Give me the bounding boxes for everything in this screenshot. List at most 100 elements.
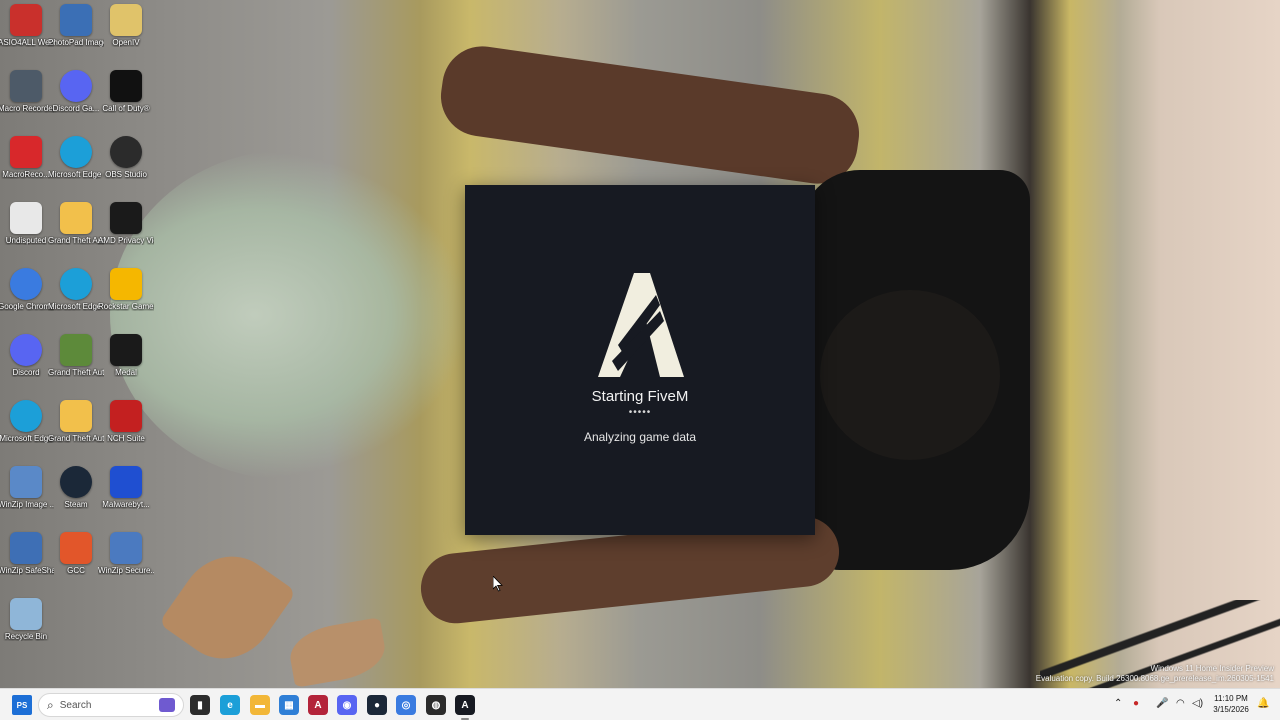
search-icon: ⌕ xyxy=(47,697,54,712)
desktop-icon[interactable]: AMD Privacy View xyxy=(98,202,154,266)
taskbar-app-chrome[interactable]: ◎ xyxy=(396,695,416,715)
desktop-icon[interactable]: Medal xyxy=(100,334,152,398)
clock-date: 3/15/2026 xyxy=(1213,705,1249,714)
desktop-icon-label: MacroReco... xyxy=(2,170,50,179)
discord-icon xyxy=(10,334,42,366)
folder-icon: ▬ xyxy=(255,699,265,711)
desktop-icon[interactable]: PhotoPad Image Editor xyxy=(48,4,104,68)
desktop-icon[interactable]: Discord xyxy=(0,334,52,398)
desktop-icon-label: Call of Duty® xyxy=(102,104,150,113)
edge-icon: e xyxy=(227,699,233,711)
nch-icon xyxy=(110,400,142,432)
desktop-icon[interactable]: Macro Recorder xyxy=(0,70,54,134)
gta-icon xyxy=(60,334,92,366)
desktop-icon-label: Undisputed xyxy=(5,236,47,245)
desktop-icon[interactable]: Call of Duty® xyxy=(100,70,152,134)
desktop-icon-label: AMD Privacy View xyxy=(98,236,154,245)
desktop-icon[interactable]: NCH Suite xyxy=(100,400,152,464)
chrome-icon: ◎ xyxy=(401,699,411,711)
desktop-icon-label: Rockstar Games ... xyxy=(98,302,154,311)
wallpaper-head xyxy=(820,290,1000,460)
gcc-icon xyxy=(60,532,92,564)
taskbar: PS ⌕ Search ▮ e ▬ ▦ A ◉ ● ◎ ◍ A ⌃ ● 🎤 ◠ ◁) 11:10 … xyxy=(0,688,1280,720)
taskbar-search-box[interactable]: ⌕ Search xyxy=(38,693,184,717)
winzip-secure-icon xyxy=(110,532,142,564)
desktop-icon[interactable]: Microsoft Edge - Copy xyxy=(48,268,104,332)
desktop-icon[interactable]: OpenIV xyxy=(100,4,152,68)
call-of-duty-icon xyxy=(110,70,142,102)
recycle-bin-icon xyxy=(10,598,42,630)
openiv-icon xyxy=(110,4,142,36)
desktop-icon-label: Microsoft Edge xyxy=(0,434,53,443)
taskbar-app-steam[interactable]: ● xyxy=(367,695,387,715)
desktop-icon[interactable]: Steam xyxy=(50,466,102,530)
taskbar-app-discord[interactable]: ◉ xyxy=(337,695,357,715)
desktop-icon[interactable]: Grand Theft Auto V xyxy=(48,334,104,398)
desktop-icon[interactable]: Recycle Bin xyxy=(0,598,52,662)
desktop-icon[interactable]: Microsoft Edge - BePa... xyxy=(48,136,104,200)
desktop-icon-label: ASIO4ALL Web Site xyxy=(0,38,54,47)
desktop-icon-label: GCC xyxy=(67,566,85,575)
taskbar-app-obs[interactable]: ◍ xyxy=(426,695,446,715)
desktop-icon[interactable]: Microsoft Edge xyxy=(0,400,53,464)
desktop-icon[interactable]: Rockstar Games ... xyxy=(98,268,154,332)
desktop-icon-label: WinZip Secure... xyxy=(98,566,154,575)
desktop-icon[interactable]: Discord Ga... xyxy=(50,70,102,134)
desktop-icon-label: Discord xyxy=(12,368,40,377)
splash-status-text: Analyzing game data xyxy=(583,430,697,444)
desktop-icon[interactable]: GCC xyxy=(50,532,102,596)
taskbar-clock[interactable]: 11:10 PM 3/15/2026 xyxy=(1208,693,1254,715)
obs-icon xyxy=(110,136,142,168)
desktop-icon-label: Microsoft Edge - BePa... xyxy=(48,170,104,179)
fivem-icon: A xyxy=(461,699,469,711)
volume-icon[interactable]: ◁) xyxy=(1192,698,1203,709)
desktop-icon-label: NCH Suite xyxy=(107,434,145,443)
terminal-icon: ▮ xyxy=(197,699,203,711)
taskbar-app-file-explorer[interactable]: ▬ xyxy=(250,695,270,715)
desktop-icon-label: Discord Ga... xyxy=(52,104,100,113)
edge-icon xyxy=(60,268,92,300)
desktop-icon[interactable]: Grand Theft Auto V xyxy=(48,400,104,464)
desktop-icon[interactable]: Undisputed xyxy=(0,202,52,266)
microphone-icon[interactable]: 🎤 xyxy=(1156,698,1168,709)
desktop-icon-label: WinZip SafeShare xyxy=(0,566,54,575)
zip-folder-icon xyxy=(60,202,92,234)
wifi-icon[interactable]: ◠ xyxy=(1176,698,1185,709)
loading-dots: ••••• xyxy=(628,407,652,418)
discord-icon: ◉ xyxy=(342,699,352,711)
search-placeholder: Search xyxy=(59,699,92,711)
discord-icon xyxy=(60,70,92,102)
notification-bell-icon[interactable]: 🔔 xyxy=(1257,698,1269,709)
fivem-splash-window: Starting FiveM ••••• Analyzing game data xyxy=(465,185,815,535)
taskbar-app-fivem-red[interactable]: A xyxy=(308,695,328,715)
chevron-up-icon[interactable]: ⌃ xyxy=(1114,698,1122,709)
rockstar-icon xyxy=(110,268,142,300)
watermark-line2: Evaluation copy. Build 26300.8068.ge_pre… xyxy=(1035,674,1274,683)
fivem-logo-icon xyxy=(598,273,684,377)
watermark-line1: Windows 11 Home Insider Preview xyxy=(1150,664,1274,673)
start-button[interactable]: PS xyxy=(12,695,32,715)
clock-time: 11:10 PM xyxy=(1214,694,1248,703)
desktop-icon-label: Recycle Bin xyxy=(4,632,48,641)
desktop-icon-label: Macro Recorder xyxy=(0,104,54,113)
windows-watermark: Windows 11 Home Insider Preview Evaluati… xyxy=(1036,664,1274,684)
antivirus-tray-icon[interactable]: ● xyxy=(1133,698,1139,709)
desktop-icon[interactable]: Google Chrome xyxy=(0,268,54,332)
desktop-icon[interactable]: Grand Theft Auto V.zip xyxy=(48,202,104,266)
taskbar-app-fivem[interactable]: A xyxy=(455,695,475,720)
desktop-icon[interactable]: WinZip SafeShare xyxy=(0,532,54,596)
amd-privacy-icon xyxy=(110,202,142,234)
desktop-icon-label: Steam xyxy=(64,500,88,509)
desktop-icon[interactable]: WinZip Secure... xyxy=(98,532,154,596)
steam-icon xyxy=(60,466,92,498)
taskbar-app-edge[interactable]: e xyxy=(220,695,240,715)
malwarebytes-icon xyxy=(110,466,142,498)
desktop-icon[interactable]: OBS Studio xyxy=(100,136,152,200)
desktop-icon[interactable]: WinZip Image ... xyxy=(0,466,54,530)
desktop-icon[interactable]: Malwarebyt... xyxy=(100,466,152,530)
desktop-icon[interactable]: MacroReco... xyxy=(0,136,52,200)
desktop-icon[interactable]: ASIO4ALL Web Site xyxy=(0,4,54,68)
taskbar-app-microsoft-store[interactable]: ▦ xyxy=(279,695,299,715)
fivem-red-icon: A xyxy=(314,699,322,711)
taskbar-app-file-explorer-pinned[interactable]: ▮ xyxy=(190,695,210,715)
